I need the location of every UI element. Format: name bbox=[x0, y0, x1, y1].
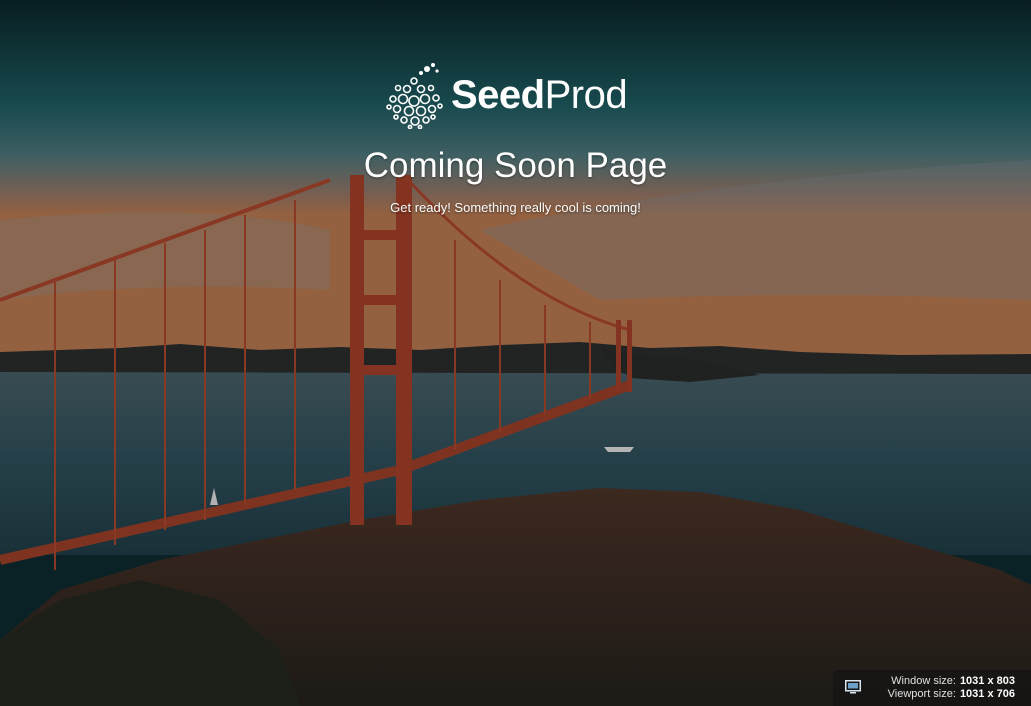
monitor-icon bbox=[845, 680, 861, 694]
logo-text-bold: Seed bbox=[451, 73, 545, 117]
window-size-value: 1031 x 803 bbox=[959, 675, 1015, 687]
viewport-size-row: Viewport size: 1031 x 706 bbox=[888, 688, 1015, 700]
seedprod-seed-icon bbox=[386, 63, 443, 129]
logo-text-light: Prod bbox=[544, 73, 628, 117]
coming-soon-page: SeedProd Coming Soon Page Get ready! Som… bbox=[0, 0, 1031, 706]
seedprod-logo: SeedProd bbox=[381, 60, 651, 130]
window-size-label: Window size: bbox=[891, 675, 956, 687]
window-size-row: Window size: 1031 x 803 bbox=[891, 675, 1015, 687]
page-title: Coming Soon Page bbox=[363, 146, 668, 185]
logo-wordmark: SeedProd bbox=[451, 73, 628, 117]
page-subtitle: Get ready! Something really cool is comi… bbox=[390, 200, 641, 215]
window-size-badge: Window size: 1031 x 803 Viewport size: 103… bbox=[833, 670, 1031, 706]
viewport-size-value: 1031 x 706 bbox=[959, 688, 1015, 700]
viewport-size-label: Viewport size: bbox=[887, 688, 956, 700]
